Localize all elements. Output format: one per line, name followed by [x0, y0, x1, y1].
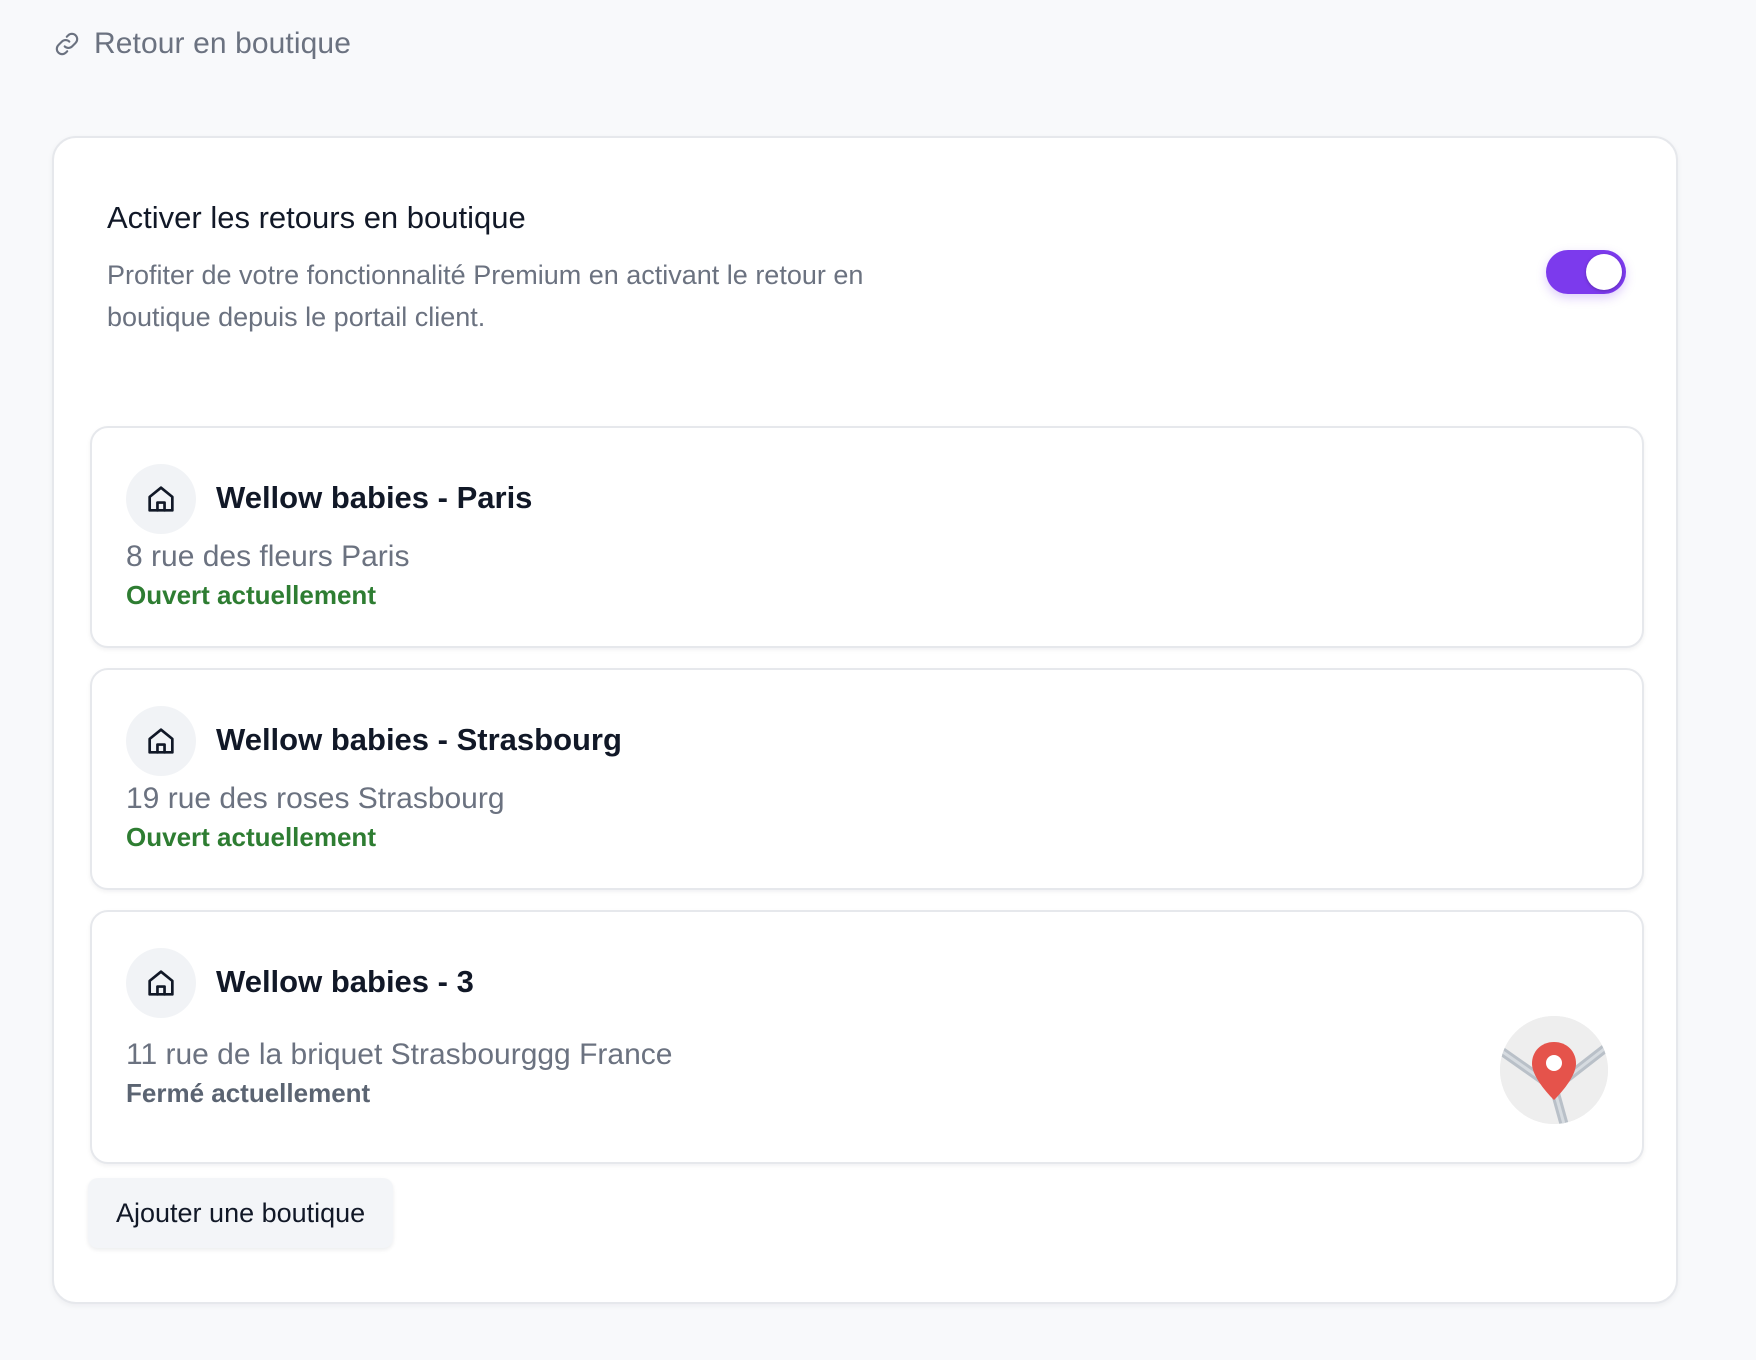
store-address: 11 rue de la briquet Strasbourggg France	[126, 1038, 673, 1071]
store-status: Ouvert actuellement	[126, 580, 376, 610]
toggle-knob	[1586, 254, 1622, 290]
store-card-paris[interactable]: Wellow babies - Paris 8 rue des fleurs P…	[90, 426, 1644, 648]
store-address: 19 rue des roses Strasbourg	[126, 782, 505, 815]
home-icon	[126, 948, 196, 1018]
store-status: Ouvert actuellement	[126, 822, 376, 852]
store-name: Wellow babies - Strasbourg	[216, 722, 622, 757]
add-store-button[interactable]: Ajouter une boutique	[88, 1178, 394, 1248]
feature-title: Activer les retours en boutique	[107, 200, 526, 235]
store-card-strasbourg[interactable]: Wellow babies - Strasbourg 19 rue des ro…	[90, 668, 1644, 890]
enable-returns-toggle[interactable]	[1546, 250, 1626, 294]
map-pin-icon[interactable]	[1500, 1016, 1608, 1124]
section-header: Retour en boutique	[52, 22, 351, 66]
store-status: Fermé actuellement	[126, 1078, 371, 1108]
store-name: Wellow babies - 3	[216, 964, 474, 999]
home-icon	[126, 464, 196, 534]
in-store-returns-card: Activer les retours en boutique Profiter…	[52, 136, 1678, 1304]
store-address: 8 rue des fleurs Paris	[126, 540, 410, 573]
home-icon	[126, 706, 196, 776]
link-icon	[52, 29, 82, 59]
feature-description: Profiter de votre fonctionnalité Premium…	[107, 260, 864, 332]
section-title: Retour en boutique	[94, 27, 351, 60]
store-card-3[interactable]: Wellow babies - 3 11 rue de la briquet S…	[90, 910, 1644, 1164]
store-name: Wellow babies - Paris	[216, 480, 533, 515]
